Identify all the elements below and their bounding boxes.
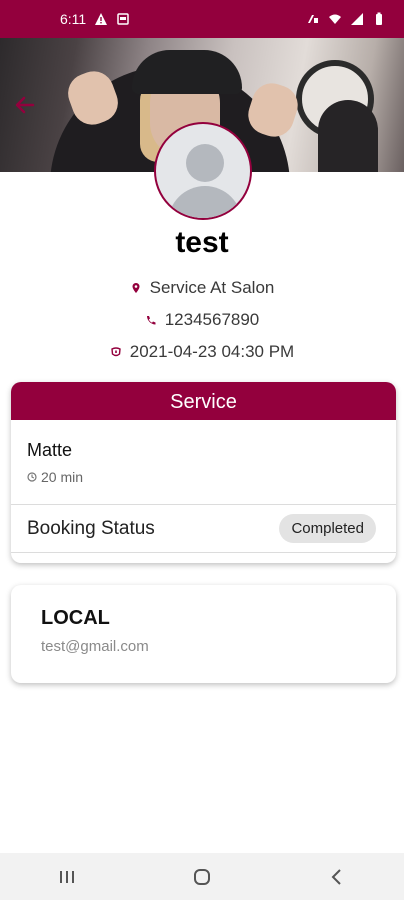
user-email: test@gmail.com bbox=[41, 638, 149, 655]
barber-cap bbox=[132, 50, 242, 94]
status-right bbox=[306, 12, 386, 26]
profile-name: test bbox=[175, 226, 229, 259]
booking-detail-screen: 6:11 test Service At Salon 1234567890 20… bbox=[0, 0, 404, 900]
battery-icon bbox=[376, 12, 382, 25]
home-icon bbox=[193, 868, 210, 885]
service-duration: 20 min bbox=[27, 469, 380, 485]
phone-icon bbox=[146, 316, 156, 325]
user-card[interactable]: LOCAL test@gmail.com bbox=[11, 585, 396, 683]
booking-status-row: Booking Status Completed bbox=[11, 505, 396, 553]
nav-back-button[interactable] bbox=[307, 859, 367, 895]
calendar-icon bbox=[111, 347, 121, 357]
recents-button[interactable] bbox=[37, 859, 97, 895]
avatar bbox=[154, 122, 252, 220]
card-icon bbox=[117, 13, 129, 25]
clock-icon bbox=[27, 472, 37, 482]
duration-text: 20 min bbox=[41, 469, 84, 485]
datetime-text: 2021-04-23 04:30 PM bbox=[129, 342, 295, 361]
arrow-left-icon bbox=[15, 96, 35, 114]
background-person bbox=[318, 100, 378, 172]
booking-status-label: Booking Status bbox=[27, 517, 155, 539]
service-card: Service Matte 20 min Booking Status Comp… bbox=[11, 382, 396, 563]
status-bar: 6:11 bbox=[0, 0, 404, 38]
avatar-head bbox=[186, 144, 224, 182]
phone-line: 1234567890 bbox=[0, 310, 404, 330]
location-text: Service At Salon bbox=[149, 278, 275, 297]
volte-icon bbox=[308, 15, 318, 23]
location-pin-icon bbox=[132, 283, 140, 293]
wifi-icon bbox=[329, 14, 341, 24]
user-name: LOCAL bbox=[41, 607, 110, 629]
back-icon bbox=[331, 868, 341, 885]
back-button[interactable] bbox=[14, 94, 42, 118]
datetime-line: 2021-04-23 04:30 PM bbox=[0, 342, 404, 362]
system-nav-bar bbox=[0, 853, 404, 900]
phone-text: 1234567890 bbox=[164, 310, 260, 329]
signal-icon bbox=[351, 13, 363, 25]
recents-icon bbox=[60, 870, 75, 883]
status-left: 6:11 bbox=[60, 11, 130, 27]
service-item[interactable]: Matte 20 min bbox=[11, 420, 396, 505]
status-badge: Completed bbox=[279, 514, 376, 543]
service-item-name: Matte bbox=[27, 440, 73, 460]
service-card-title: Service bbox=[11, 382, 396, 420]
warning-icon bbox=[95, 13, 108, 25]
avatar-body bbox=[168, 186, 242, 218]
location-line: Service At Salon bbox=[0, 278, 404, 298]
home-button[interactable] bbox=[172, 859, 232, 895]
status-time: 6:11 bbox=[60, 11, 87, 27]
